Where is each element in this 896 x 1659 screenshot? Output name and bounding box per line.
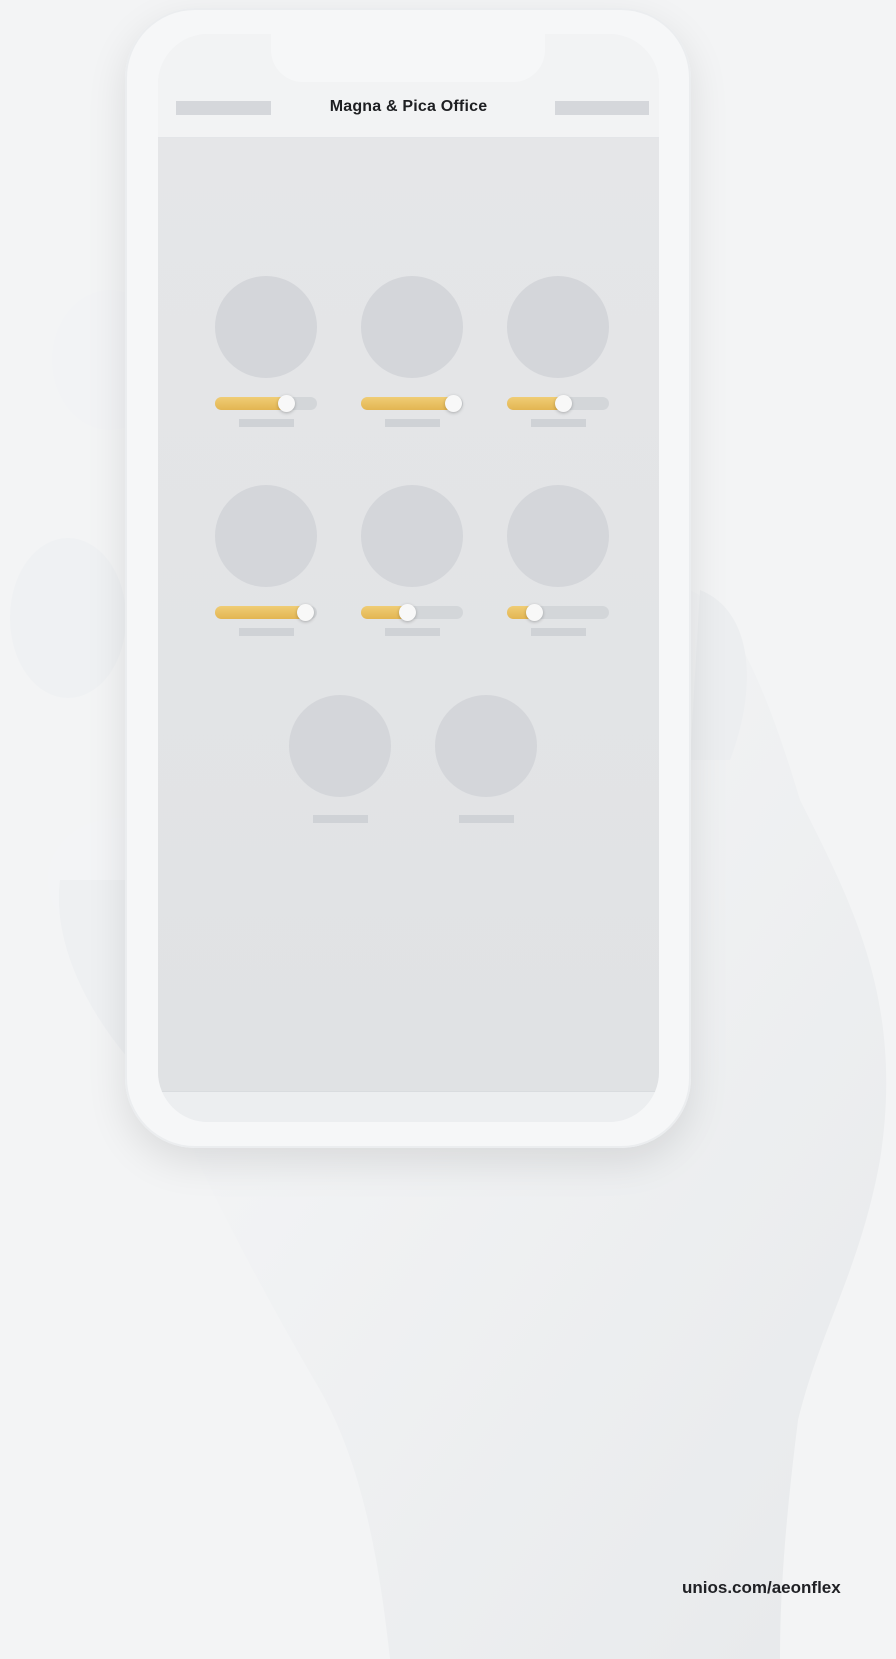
phone: Magna & Pica Office <box>125 8 691 1148</box>
device-card <box>435 695 537 845</box>
slider-knob[interactable] <box>555 395 572 412</box>
device-label <box>313 815 368 823</box>
slider-knob[interactable] <box>297 604 314 621</box>
slider-knob[interactable] <box>278 395 295 412</box>
device-card <box>361 276 463 427</box>
slider-knob[interactable] <box>445 395 462 412</box>
slider-knob[interactable] <box>526 604 543 621</box>
device-card <box>361 485 463 636</box>
device-toggle[interactable] <box>215 276 317 378</box>
device-card <box>507 276 609 427</box>
brightness-slider[interactable] <box>507 395 609 412</box>
slider-fill <box>215 397 286 410</box>
brightness-slider[interactable] <box>507 604 609 621</box>
device-label <box>531 419 586 427</box>
phone-screen: Magna & Pica Office <box>158 34 659 1122</box>
device-toggle[interactable] <box>507 485 609 587</box>
stage: Magna & Pica Office unios.com/aeonflex <box>0 0 896 1659</box>
bottom-bar <box>158 1091 659 1122</box>
brightness-slider[interactable] <box>215 604 317 621</box>
device-label <box>385 628 440 636</box>
device-card <box>215 485 317 636</box>
device-toggle[interactable] <box>435 695 537 797</box>
header-right-button[interactable] <box>555 101 649 115</box>
brightness-slider[interactable] <box>361 395 463 412</box>
footer-url[interactable]: unios.com/aeonflex <box>682 1578 841 1598</box>
device-grid <box>158 138 659 1091</box>
device-toggle[interactable] <box>361 485 463 587</box>
device-label <box>531 628 586 636</box>
device-toggle[interactable] <box>507 276 609 378</box>
device-card <box>507 485 609 636</box>
device-label <box>239 419 294 427</box>
device-card <box>289 695 391 845</box>
device-card <box>215 276 317 427</box>
device-label <box>459 815 514 823</box>
slider-fill <box>215 606 305 619</box>
brightness-slider[interactable] <box>361 604 463 621</box>
device-label <box>385 419 440 427</box>
device-toggle[interactable] <box>289 695 391 797</box>
device-toggle[interactable] <box>215 485 317 587</box>
slider-fill <box>361 397 453 410</box>
notch <box>271 34 545 82</box>
brightness-slider[interactable] <box>215 395 317 412</box>
device-label <box>239 628 294 636</box>
slider-knob[interactable] <box>399 604 416 621</box>
device-toggle[interactable] <box>361 276 463 378</box>
